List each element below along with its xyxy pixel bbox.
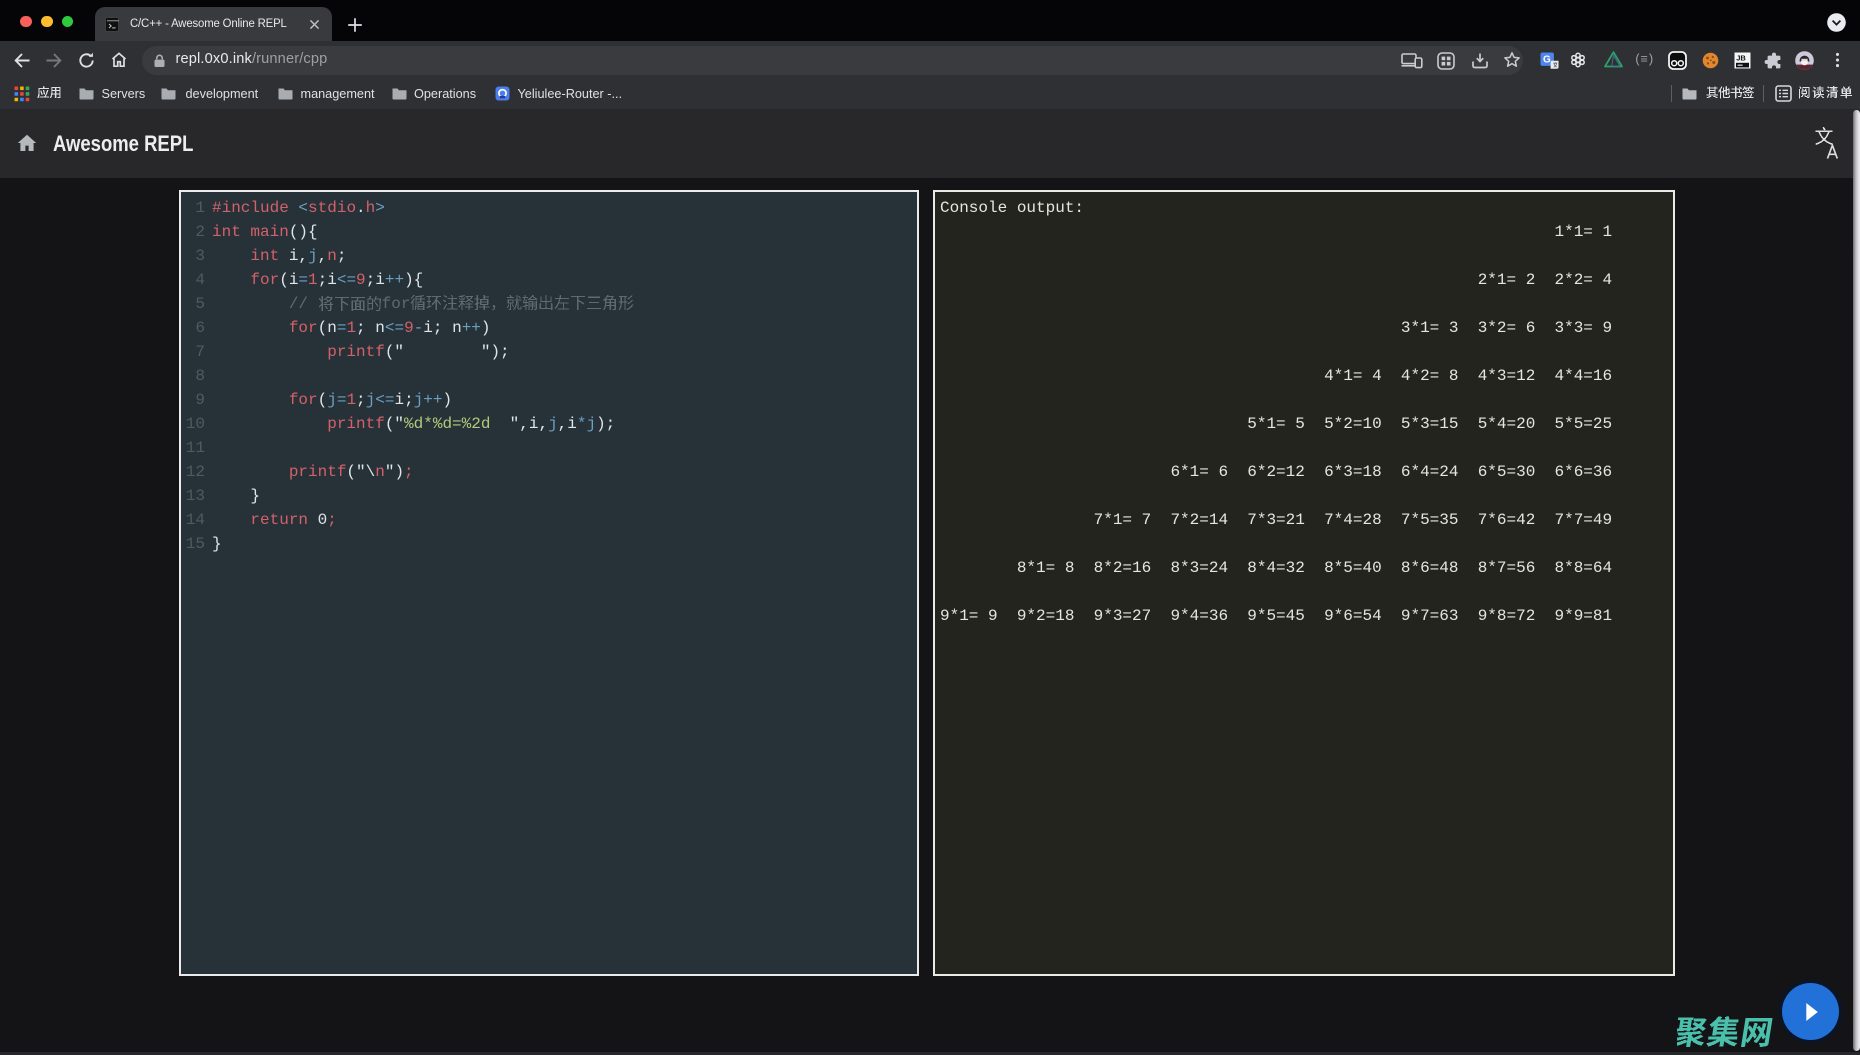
svg-text:JB: JB bbox=[1736, 53, 1746, 62]
svg-text:G: G bbox=[1543, 55, 1551, 66]
